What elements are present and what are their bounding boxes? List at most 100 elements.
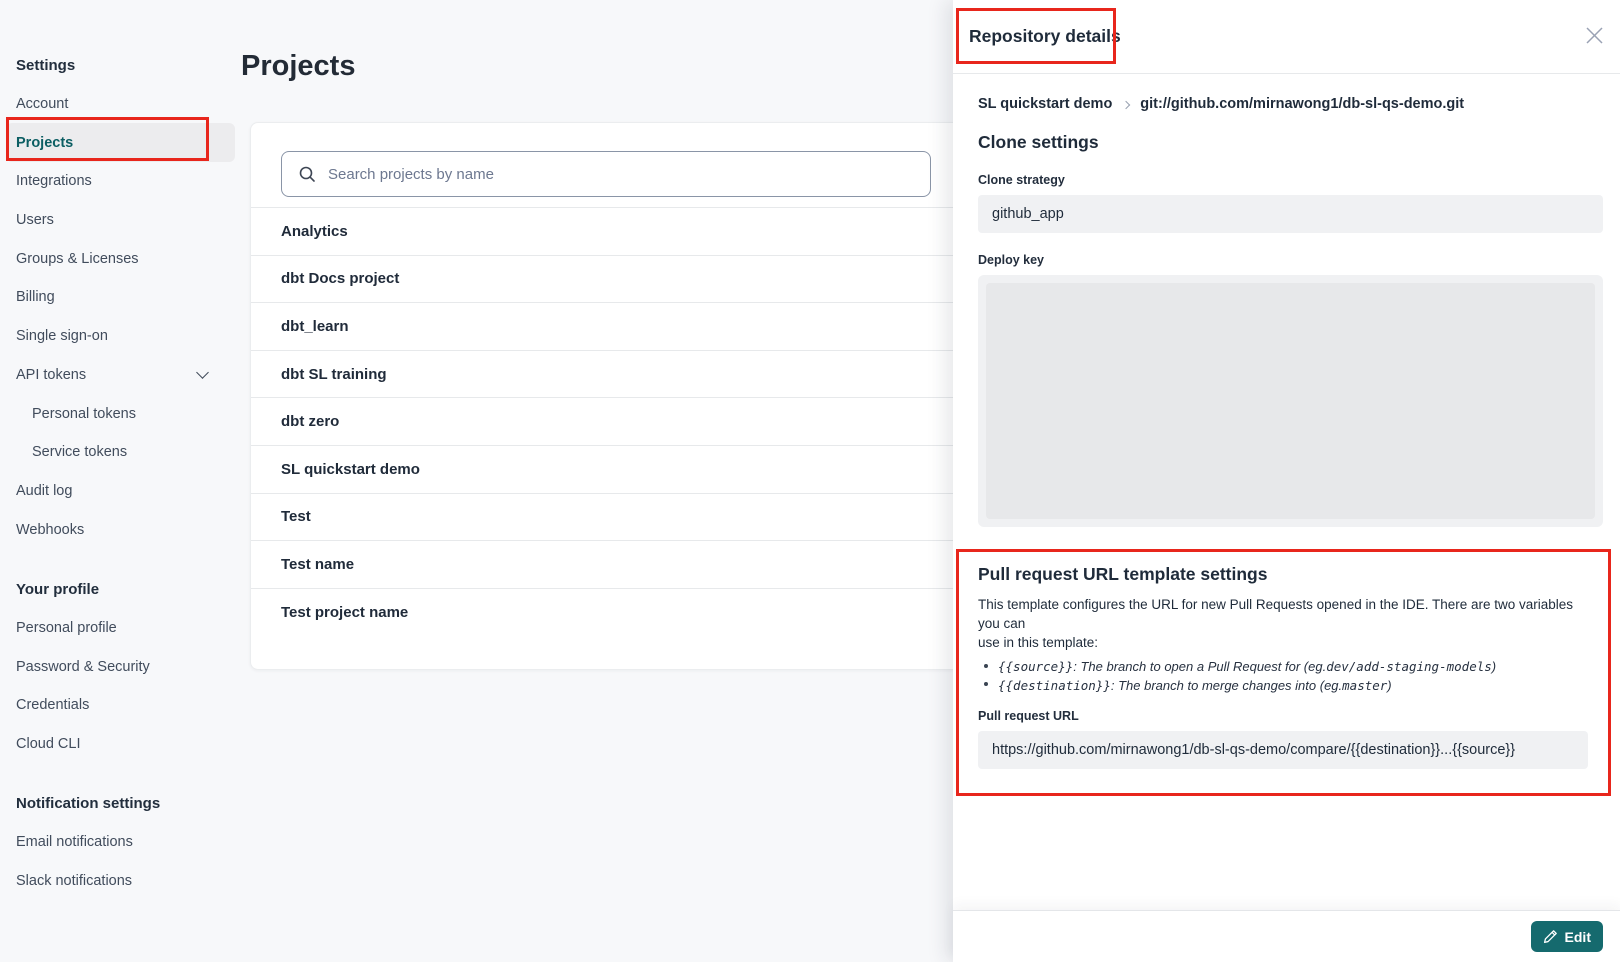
template-variable-item: {{source}}: The branch to open a Pull Re… xyxy=(978,658,1588,677)
project-name: SL quickstart demo xyxy=(281,461,420,478)
breadcrumb: SL quickstart demo git://github.com/mirn… xyxy=(978,96,1603,112)
variable-suffix: ) xyxy=(1492,658,1496,677)
project-search xyxy=(281,151,931,197)
project-row-test[interactable]: Test xyxy=(251,493,994,541)
project-row-dbt-sl-training[interactable]: dbt SL training xyxy=(251,350,994,398)
chevron-down-icon[interactable] xyxy=(196,366,209,379)
variable-example: master xyxy=(1342,677,1387,696)
breadcrumb-project[interactable]: SL quickstart demo xyxy=(978,96,1112,112)
project-row-dbt-zero[interactable]: dbt zero xyxy=(251,397,994,445)
sidebar-item-label: Account xyxy=(16,96,68,112)
sidebar-item-slack-notifications[interactable]: Slack notifications xyxy=(6,862,235,901)
project-name: dbt Docs project xyxy=(281,270,399,287)
sidebar-spacer xyxy=(6,549,235,570)
sidebar-item-label: Personal tokens xyxy=(32,406,136,422)
search-input[interactable] xyxy=(328,166,930,183)
sidebar-item-label: Email notifications xyxy=(16,834,133,850)
sidebar-item-personal-profile[interactable]: Personal profile xyxy=(6,609,235,648)
template-variable-item: {{destination}}: The branch to merge cha… xyxy=(978,677,1588,696)
sidebar-item-label: Single sign-on xyxy=(16,328,108,344)
sidebar-item-users[interactable]: Users xyxy=(6,201,235,240)
description-line: This template configures the URL for new… xyxy=(978,595,1588,633)
sidebar-item-label: Personal profile xyxy=(16,620,117,636)
sidebar-heading-your-profile: Your profile xyxy=(6,570,235,609)
sidebar-item-label: Groups & Licenses xyxy=(16,251,139,267)
sidebar-item-label: Credentials xyxy=(16,697,89,713)
sidebar-item-label: Billing xyxy=(16,289,55,305)
sidebar-item-billing[interactable]: Billing xyxy=(6,278,235,317)
sidebar-item-projects[interactable]: Projects xyxy=(6,123,235,162)
search-icon xyxy=(298,165,316,183)
clone-settings-heading: Clone settings xyxy=(978,132,1603,153)
close-icon xyxy=(1586,27,1603,44)
project-row-test-name[interactable]: Test name xyxy=(251,540,994,588)
sidebar-item-label: Audit log xyxy=(16,483,72,499)
page-title: Projects xyxy=(241,50,355,83)
pull-request-url-field[interactable]: https://github.com/mirnawong1/db-sl-qs-d… xyxy=(978,731,1588,769)
clone-strategy-value: github_app xyxy=(992,206,1064,222)
variable-code: {{source}} xyxy=(998,658,1073,677)
clone-strategy-field[interactable]: github_app xyxy=(978,195,1603,233)
sidebar-item-label: Cloud CLI xyxy=(16,736,80,752)
repository-details-drawer: Repository details SL quickstart demo gi… xyxy=(953,0,1620,962)
project-name: Test project name xyxy=(281,604,408,621)
sidebar-item-label: Projects xyxy=(16,135,73,151)
close-button[interactable] xyxy=(1581,22,1607,48)
sidebar-item-label: Service tokens xyxy=(32,444,127,460)
project-name: Analytics xyxy=(281,223,348,240)
pull-request-url-label: Pull request URL xyxy=(978,709,1588,723)
bullet-icon xyxy=(984,664,988,668)
drawer-title: Repository details xyxy=(969,26,1121,47)
sidebar-spacer xyxy=(6,763,235,784)
sidebar-item-account[interactable]: Account xyxy=(6,85,235,124)
pull-request-description: This template configures the URL for new… xyxy=(978,595,1588,652)
drawer-footer: Edit xyxy=(953,910,1620,962)
variable-suffix: ) xyxy=(1387,677,1391,696)
template-variable-list: {{source}}: The branch to open a Pull Re… xyxy=(978,658,1588,695)
sidebar-item-email-notifications[interactable]: Email notifications xyxy=(6,823,235,862)
deploy-key-label: Deploy key xyxy=(978,253,1603,267)
sidebar-item-webhooks[interactable]: Webhooks xyxy=(6,510,235,549)
sidebar-item-credentials[interactable]: Credentials xyxy=(6,686,235,725)
project-row-test-project-name[interactable]: Test project name xyxy=(251,588,994,636)
sidebar-item-personal-tokens[interactable]: Personal tokens xyxy=(6,394,235,433)
variable-description: : The branch to open a Pull Request for … xyxy=(1073,658,1326,677)
sidebar-heading-notification-settings: Notification settings xyxy=(6,784,235,823)
sidebar-item-groups-licenses[interactable]: Groups & Licenses xyxy=(6,239,235,278)
chevron-right-icon xyxy=(1122,100,1130,108)
project-row-dbt-docs-project[interactable]: dbt Docs project xyxy=(251,255,994,303)
variable-code: {{destination}} xyxy=(998,677,1111,696)
project-name: dbt_learn xyxy=(281,318,349,335)
drawer-body: SL quickstart demo git://github.com/mirn… xyxy=(953,74,1620,910)
sidebar-item-label: Slack notifications xyxy=(16,873,132,889)
sidebar-item-single-sign-on[interactable]: Single sign-on xyxy=(6,317,235,356)
edit-button[interactable]: Edit xyxy=(1531,921,1603,952)
variable-example: dev/add-staging-models xyxy=(1326,658,1492,677)
project-name: dbt SL training xyxy=(281,366,387,383)
sidebar-item-password-security[interactable]: Password & Security xyxy=(6,647,235,686)
sidebar-item-api-tokens[interactable]: API tokens xyxy=(6,356,235,395)
pull-request-heading: Pull request URL template settings xyxy=(978,564,1588,585)
project-row-sl-quickstart-demo[interactable]: SL quickstart demo xyxy=(251,445,994,493)
pencil-icon xyxy=(1543,929,1558,944)
settings-sidebar: SettingsAccountProjectsIntegrationsUsers… xyxy=(6,46,235,900)
project-list: Analytics dbt Docs project dbt_learndbt SL… xyxy=(251,207,994,635)
sidebar-item-integrations[interactable]: Integrations xyxy=(6,162,235,201)
sidebar-item-label: Password & Security xyxy=(16,659,150,675)
drawer-header: Repository details xyxy=(953,0,1620,74)
project-name: dbt zero xyxy=(281,413,339,430)
project-row-analytics[interactable]: Analytics xyxy=(251,207,994,255)
deploy-key-field[interactable] xyxy=(978,275,1603,527)
edit-button-label: Edit xyxy=(1565,929,1591,945)
deploy-key-value xyxy=(986,283,1595,519)
sidebar-item-cloud-cli[interactable]: Cloud CLI xyxy=(6,725,235,764)
project-name: Test name xyxy=(281,556,354,573)
clone-strategy-label: Clone strategy xyxy=(978,173,1603,187)
description-line: use in this template: xyxy=(978,633,1588,652)
project-name: Test xyxy=(281,508,311,525)
sidebar-item-audit-log[interactable]: Audit log xyxy=(6,472,235,511)
sidebar-item-label: Users xyxy=(16,212,54,228)
sidebar-item-service-tokens[interactable]: Service tokens xyxy=(6,433,235,472)
project-row-dbt-learn[interactable]: dbt_learn xyxy=(251,302,994,350)
pull-request-template-section: Pull request URL template settings This … xyxy=(956,549,1611,796)
